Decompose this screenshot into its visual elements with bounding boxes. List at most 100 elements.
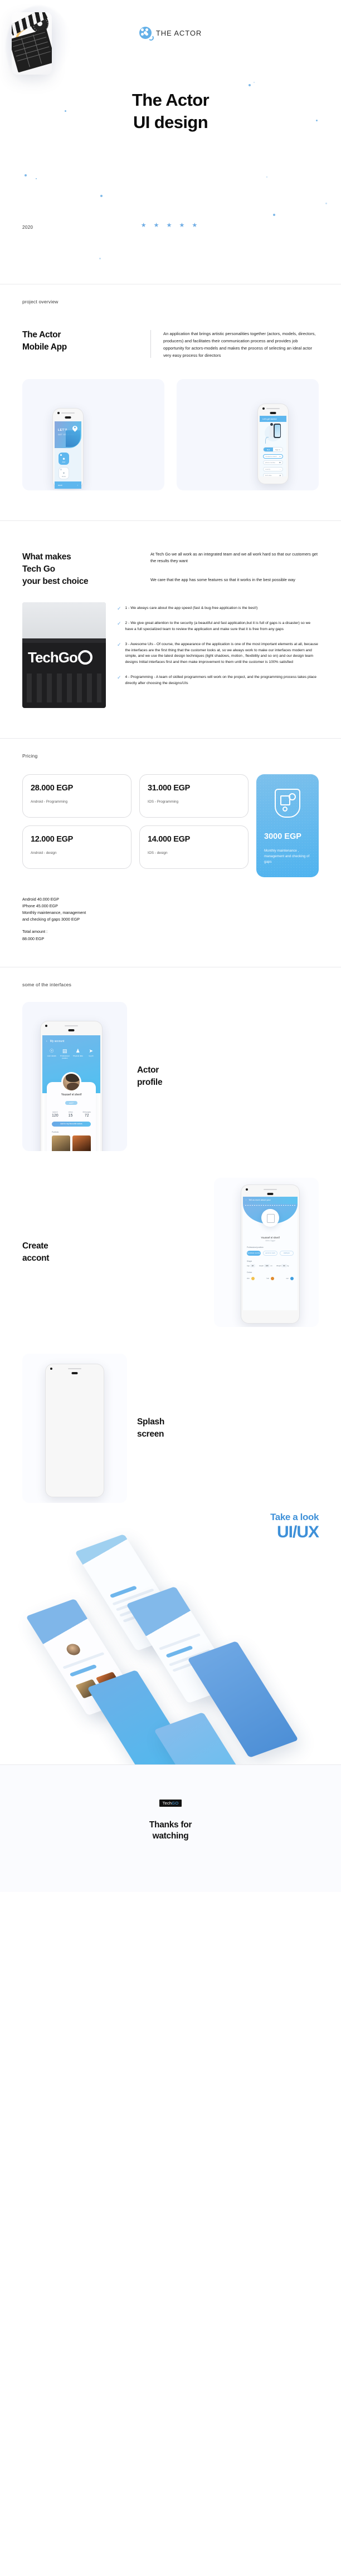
decor-dot	[325, 203, 327, 204]
mockup-panel-profile: ‹ My account ☉ main details ▤ Professional…	[22, 1001, 127, 1151]
birthdate-field[interactable]: birth date ▣	[263, 473, 283, 477]
showcase-heading: Take a look UI/UX	[270, 1512, 319, 1541]
decor-dot	[25, 174, 27, 176]
pricing-card-label: Android - design	[31, 851, 57, 856]
mockup-panel-onboarding: LET'S GET STARTED ! ☻ Actor ✦ Model	[22, 379, 164, 491]
fullname-value: Youssef el sherif	[265, 455, 277, 458]
device-illustration	[274, 424, 281, 439]
tab-signin[interactable]: Sign in	[273, 448, 282, 451]
pricing-highlight-card[interactable]: 3000 EGP Monthly maintenance , managemen…	[256, 774, 319, 878]
shield-gear-icon	[275, 789, 300, 818]
portfolio-thumb[interactable]	[72, 1135, 91, 1151]
field-weight[interactable]: Weight 80 kg	[276, 1264, 289, 1267]
chevron-right-icon: ›	[77, 484, 78, 487]
interface-row-profile: ‹ My account ☉ main details ▤ Professional…	[22, 1001, 319, 1151]
add-photo-icon[interactable]	[261, 1208, 279, 1227]
position-chips: Syndicate member permit to work Hobbyist	[247, 1250, 294, 1256]
logo-ring-decor	[78, 650, 92, 665]
chevron-left-icon[interactable]: ‹	[46, 1040, 47, 1043]
sparkle-icon: ✦	[62, 472, 66, 476]
pricing-card[interactable]: 28.000 EGP Android - Programming	[22, 774, 131, 818]
showcase-title-line1: Take a look	[270, 1511, 319, 1522]
avatar	[62, 1640, 85, 1658]
brand-lockup: THE ACTOR	[0, 27, 341, 41]
chip-syndicate-member[interactable]: Syndicate member	[247, 1250, 261, 1256]
techgo-logo: TechGO	[159, 1799, 182, 1807]
film-reel-icon	[139, 27, 154, 41]
hero-title-line1: The Actor	[131, 90, 210, 110]
pricing-card-label: Android - Programming	[31, 800, 68, 804]
field-age[interactable]: Age 28	[247, 1264, 255, 1267]
add-favourite-button[interactable]: Add to my favourite actors	[52, 1121, 91, 1127]
country-field[interactable]: country ⌄	[263, 466, 283, 471]
profile-badge: m/27	[65, 1101, 77, 1105]
check-icon: ✓	[117, 606, 121, 612]
decor-dot	[65, 110, 66, 112]
brand-name: THE ACTOR	[155, 28, 202, 37]
chip-permit-to-work[interactable]: permit to work	[263, 1250, 277, 1256]
chip-hobbyist[interactable]: Hobbyist	[279, 1250, 294, 1256]
speaker-grille	[68, 1368, 81, 1369]
interface-title-create: Create accont	[22, 1240, 204, 1264]
color-hair[interactable]: hair	[266, 1276, 275, 1280]
total-line: Monthly maintenance, management	[22, 910, 86, 916]
reel-tail-icon	[148, 35, 154, 41]
profile-stats: search 120 views 15 Messages 72	[47, 1111, 96, 1118]
pricing-column: 31.000 EGP IOS - Programming 14.000 EGP …	[139, 774, 249, 877]
role-option-actor[interactable]: ☻ Actor	[59, 453, 69, 465]
earpiece	[270, 412, 276, 415]
color-skin[interactable]: skin	[247, 1276, 255, 1280]
tab-mail[interactable]: Mail	[264, 448, 273, 452]
screen-line	[158, 1633, 201, 1650]
color-swatch	[271, 1276, 275, 1280]
tab-physical-data[interactable]: ♟ Physical data	[72, 1048, 84, 1060]
country-placeholder: country	[265, 468, 271, 470]
interface-row-create: ‹ Tell us more about your Youssef el she…	[22, 1177, 319, 1327]
camera-icon	[45, 1024, 47, 1027]
decor-dot	[100, 195, 103, 197]
color-eye[interactable]: eye	[286, 1276, 294, 1280]
signup-tabs[interactable]: Mail Sign in	[263, 447, 283, 453]
stat-messages: Messages 72	[82, 1110, 91, 1118]
color-fields: skin hair eye	[247, 1276, 294, 1280]
speaker-grille	[266, 408, 280, 410]
earpiece	[65, 416, 71, 419]
pricing-card[interactable]: 12.000 EGP Android - design	[22, 825, 131, 869]
plant-icon	[265, 437, 269, 444]
role-option-model[interactable]: ✦ Model	[59, 467, 69, 480]
phone-screen: LET'S GET STARTED ! ☻ Actor ✦ Model	[55, 421, 81, 489]
pricing-column: 28.000 EGP Android - Programming 12.000 …	[22, 774, 131, 877]
fullname-field[interactable]: Youssef el sherif ☻	[263, 454, 283, 459]
portfolio-thumb[interactable]	[52, 1135, 70, 1151]
pricing-card[interactable]: 31.000 EGP IOS - Programming	[139, 774, 249, 818]
tab-professional-position[interactable]: ▤ Professional position	[59, 1048, 71, 1060]
field-height[interactable]: Height 180 cm	[259, 1264, 272, 1267]
decor-dot	[99, 258, 101, 259]
phone-screen: ‹ Tell us more about your Youssef el she…	[243, 1196, 298, 1310]
logo-suffix: GO	[172, 1800, 179, 1806]
feature-text: 2 - We give great attention to the secur…	[125, 621, 311, 631]
phone-mockup-profile: ‹ My account ☉ main details ▤ Professional…	[40, 1020, 103, 1151]
pricing-card[interactable]: 14.000 EGP IOS - design	[139, 825, 249, 869]
earpiece	[267, 1192, 274, 1195]
portfolio-thumbnails	[52, 1135, 91, 1151]
clapperboard-image	[12, 12, 52, 75]
logo-prefix: Tech	[162, 1800, 172, 1806]
person-illustration	[270, 423, 274, 437]
chevron-down-icon: ⌄	[279, 468, 281, 470]
tab-main-details[interactable]: ☉ main details	[46, 1048, 58, 1060]
section-shape-label: Shape	[247, 1260, 252, 1262]
camera-icon	[50, 1367, 52, 1370]
showcase-section: Take a look UI/UX	[0, 1502, 341, 1764]
onboarding-hero: LET'S GET STARTED !	[55, 421, 81, 449]
feature-item: ✓ 4 - Programming - A team of skilled pr…	[117, 675, 319, 687]
pricing-grid: 28.000 EGP Android - Programming 12.000 …	[22, 774, 319, 878]
earpiece	[68, 1029, 75, 1031]
wm-paragraph-2: We care that the app has some features s…	[150, 577, 295, 583]
tab-my-job[interactable]: ➤ my job	[85, 1048, 97, 1060]
photo-windows	[27, 674, 101, 703]
phone-field[interactable]: phone number ☎	[263, 460, 283, 465]
highlight-price: 3000 EGP	[264, 832, 301, 842]
overview-body: An application that brings artistic pers…	[163, 331, 316, 358]
next-button[interactable]: next ›	[55, 481, 81, 489]
